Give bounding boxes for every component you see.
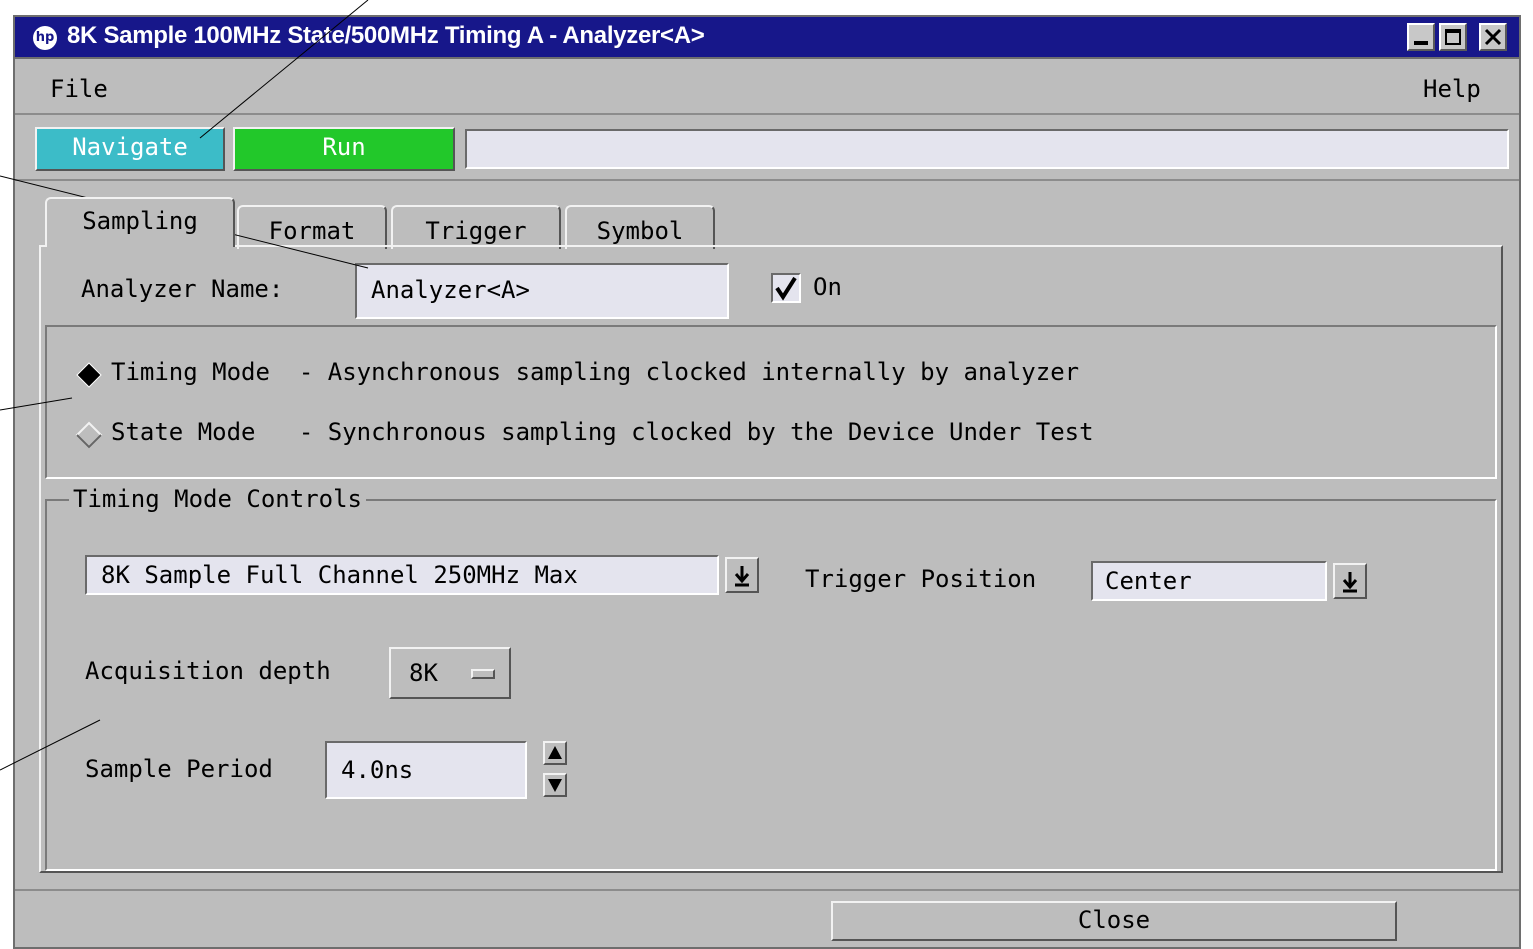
analyzer-name-label: Analyzer Name: bbox=[81, 275, 284, 303]
tab-format[interactable]: Format bbox=[237, 205, 387, 249]
sample-period-increment[interactable] bbox=[543, 741, 567, 765]
timing-mode-radio[interactable] bbox=[75, 361, 103, 389]
down-arrow-icon bbox=[734, 566, 750, 587]
toolbar-divider bbox=[15, 179, 1519, 181]
navigate-button[interactable]: Navigate bbox=[35, 127, 225, 171]
status-field bbox=[465, 129, 1509, 169]
mode-selection-box bbox=[45, 325, 1497, 479]
on-label: On bbox=[813, 273, 842, 301]
sample-period-input[interactable]: 4.0ns bbox=[325, 741, 527, 799]
checkmark-icon bbox=[775, 276, 797, 301]
acquisition-depth-option-menu[interactable]: 8K bbox=[389, 647, 511, 699]
menu-file[interactable]: File bbox=[50, 75, 108, 103]
footer-divider bbox=[15, 889, 1519, 891]
acquisition-depth-label: Acquisition depth bbox=[85, 657, 331, 685]
spin-up-icon bbox=[548, 746, 562, 759]
acquisition-depth-value: 8K bbox=[409, 659, 438, 687]
trigger-position-dropdown-button[interactable] bbox=[1333, 563, 1367, 599]
minimize-button[interactable] bbox=[1407, 23, 1435, 51]
down-arrow-icon bbox=[1342, 572, 1358, 593]
run-button[interactable]: Run bbox=[233, 127, 455, 171]
title-bar[interactable]: hp 8K Sample 100MHz State/500MHz Timing … bbox=[15, 17, 1519, 59]
close-icon bbox=[1484, 28, 1502, 46]
sample-period-label: Sample Period bbox=[85, 755, 273, 783]
maximize-button[interactable] bbox=[1439, 23, 1467, 51]
close-button[interactable]: Close bbox=[831, 901, 1397, 941]
spin-down-icon bbox=[548, 779, 562, 792]
timing-mode-label[interactable]: Timing Mode - Asynchronous sampling cloc… bbox=[111, 358, 1079, 386]
timing-controls-title: Timing Mode Controls bbox=[69, 485, 366, 513]
sample-period-decrement[interactable] bbox=[543, 773, 567, 797]
on-checkbox[interactable] bbox=[771, 273, 801, 303]
sample-mode-dropdown-button[interactable] bbox=[725, 557, 759, 593]
menubar-divider bbox=[15, 113, 1519, 115]
state-mode-label[interactable]: State Mode - Synchronous sampling clocke… bbox=[111, 418, 1094, 446]
trigger-position-select[interactable]: Center bbox=[1091, 561, 1327, 601]
tab-trigger[interactable]: Trigger bbox=[391, 205, 561, 249]
hp-logo-icon: hp bbox=[33, 26, 57, 50]
sample-mode-select[interactable]: 8K Sample Full Channel 250MHz Max bbox=[85, 555, 719, 595]
state-mode-radio[interactable] bbox=[75, 421, 103, 449]
maximize-icon bbox=[1445, 29, 1461, 45]
close-window-button[interactable] bbox=[1479, 23, 1507, 51]
analyzer-window: hp 8K Sample 100MHz State/500MHz Timing … bbox=[13, 15, 1521, 949]
trigger-position-label: Trigger Position bbox=[805, 565, 1037, 593]
minimize-icon bbox=[1414, 41, 1428, 45]
window-title: 8K Sample 100MHz State/500MHz Timing A -… bbox=[67, 22, 705, 49]
tab-symbol[interactable]: Symbol bbox=[565, 205, 715, 249]
option-menu-indicator-icon bbox=[471, 669, 495, 679]
menu-help[interactable]: Help bbox=[1423, 75, 1481, 103]
tab-sampling[interactable]: Sampling bbox=[45, 197, 235, 247]
analyzer-name-input[interactable]: Analyzer<A> bbox=[355, 263, 729, 319]
